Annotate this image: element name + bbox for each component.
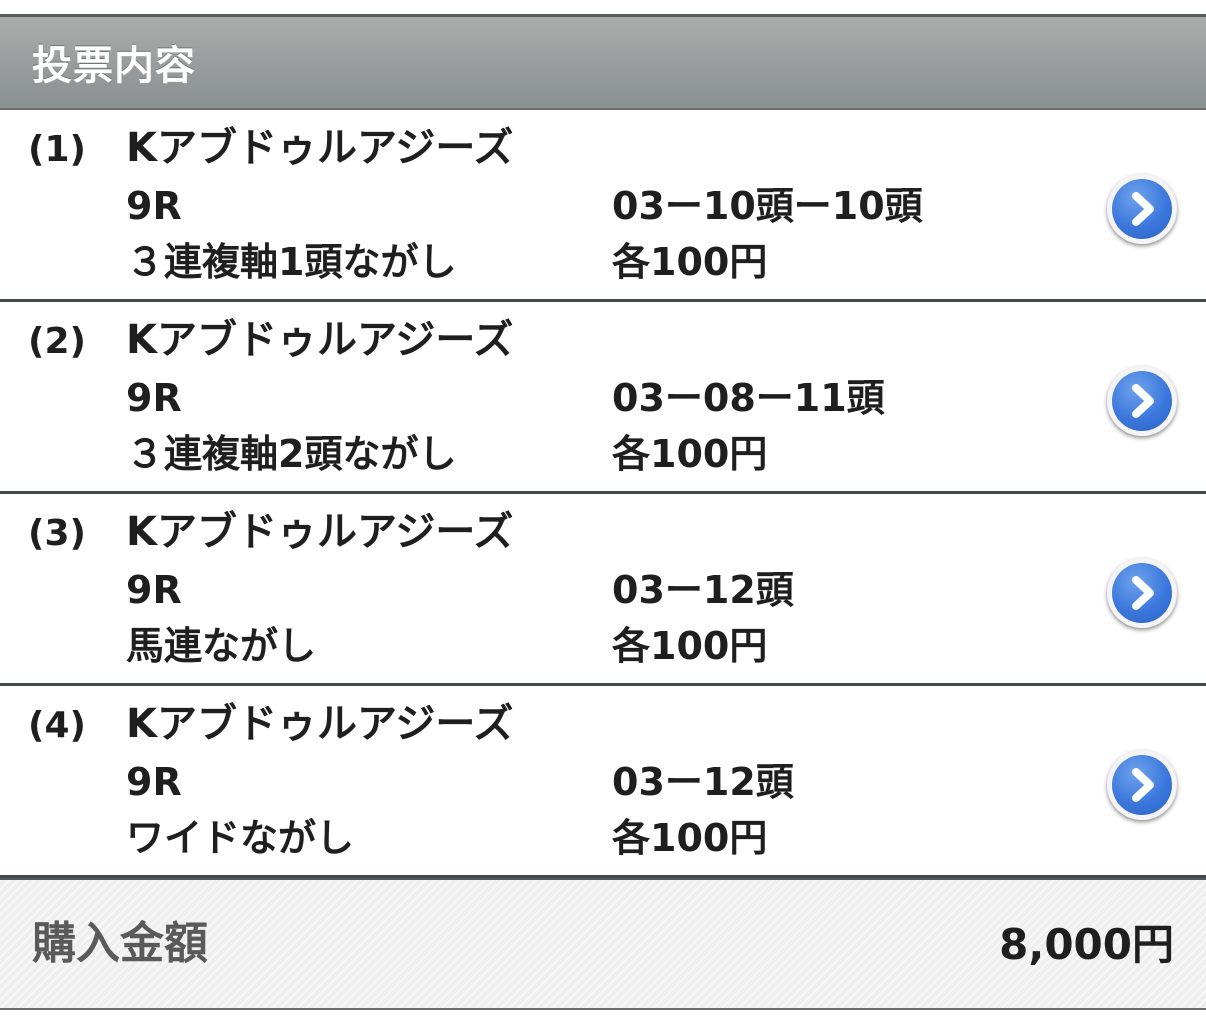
bet-type: ３連複軸2頭ながし bbox=[126, 432, 457, 476]
bet-venue: Kアブドゥルアジーズ bbox=[126, 125, 514, 171]
bet-race: 9R bbox=[126, 568, 182, 612]
bet-race: 9R bbox=[126, 184, 182, 228]
bet-number: (3) bbox=[28, 513, 86, 554]
bet-type: ワイドながし bbox=[126, 816, 355, 860]
bet-venue: Kアブドゥルアジーズ bbox=[126, 317, 514, 363]
bet-venue: Kアブドゥルアジーズ bbox=[126, 701, 514, 747]
section-header: 投票内容 bbox=[0, 14, 1206, 110]
bet-amount: 各100円 bbox=[612, 240, 768, 284]
bet-item[interactable]: (1) Kアブドゥルアジーズ 9R ３連複軸1頭ながし 03ー10頭ー10頭 各… bbox=[0, 110, 1206, 302]
bet-amount: 各100円 bbox=[612, 624, 768, 668]
bet-number: (4) bbox=[28, 705, 86, 746]
total-label: 購入金額 bbox=[32, 918, 208, 969]
detail-button[interactable] bbox=[1107, 366, 1177, 436]
top-spacer bbox=[0, 0, 1206, 14]
chevron-right-icon bbox=[1132, 192, 1154, 226]
bet-combination: 03ー12頭 bbox=[612, 760, 794, 804]
bet-combination: 03ー10頭ー10頭 bbox=[612, 184, 923, 228]
bet-item[interactable]: (3) Kアブドゥルアジーズ 9R 馬連ながし 03ー12頭 各100円 bbox=[0, 494, 1206, 686]
detail-button[interactable] bbox=[1107, 558, 1177, 628]
bet-number: (2) bbox=[28, 321, 86, 362]
bet-race: 9R bbox=[126, 760, 182, 804]
bet-type: ３連複軸1頭ながし bbox=[126, 240, 457, 284]
chevron-right-icon bbox=[1132, 384, 1154, 418]
bet-venue: Kアブドゥルアジーズ bbox=[126, 509, 514, 555]
bet-item[interactable]: (2) Kアブドゥルアジーズ 9R ３連複軸2頭ながし 03ー08ー11頭 各1… bbox=[0, 302, 1206, 494]
chevron-right-icon bbox=[1132, 768, 1154, 802]
bet-race: 9R bbox=[126, 376, 182, 420]
detail-button[interactable] bbox=[1107, 174, 1177, 244]
detail-button[interactable] bbox=[1107, 750, 1177, 820]
bet-number: (1) bbox=[28, 129, 86, 170]
bet-item[interactable]: (4) Kアブドゥルアジーズ 9R ワイドながし 03ー12頭 各100円 bbox=[0, 686, 1206, 878]
total-bar: 購入金額 8,000円 bbox=[0, 878, 1206, 1010]
bottom-spacer bbox=[0, 1010, 1206, 1026]
chevron-right-icon bbox=[1132, 576, 1154, 610]
total-amount: 8,000円 bbox=[999, 920, 1174, 969]
bet-confirmation-screen: 投票内容 (1) Kアブドゥルアジーズ 9R ３連複軸1頭ながし 03ー10頭ー… bbox=[0, 0, 1206, 1026]
bet-list: (1) Kアブドゥルアジーズ 9R ３連複軸1頭ながし 03ー10頭ー10頭 各… bbox=[0, 110, 1206, 878]
bet-combination: 03ー08ー11頭 bbox=[612, 376, 885, 420]
bet-amount: 各100円 bbox=[612, 432, 768, 476]
bet-type: 馬連ながし bbox=[126, 624, 317, 668]
bet-combination: 03ー12頭 bbox=[612, 568, 794, 612]
section-title: 投票内容 bbox=[32, 43, 196, 89]
bet-amount: 各100円 bbox=[612, 816, 768, 860]
